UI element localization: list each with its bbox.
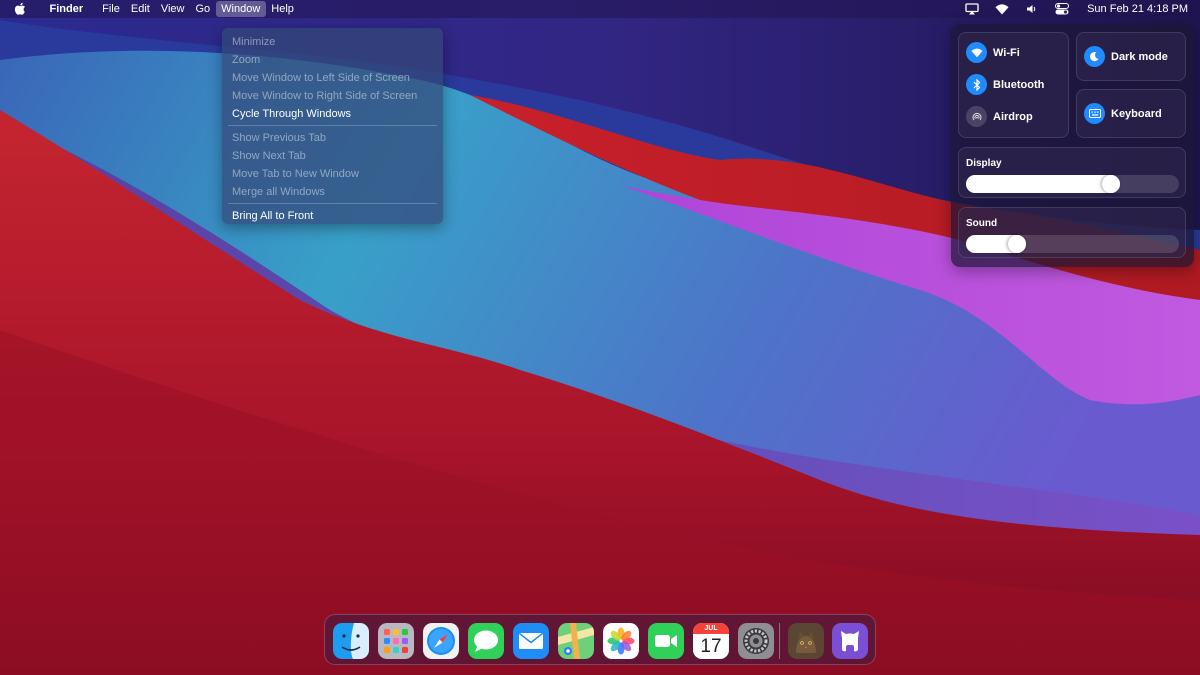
menu-help[interactable]: Help [266,1,300,17]
control-center-panel: Wi-Fi Bluetooth Airdrop Dark mode Keyboa… [951,24,1194,267]
menu-window[interactable]: Window [215,1,266,17]
menu-item-minimize[interactable]: Minimize [222,33,443,51]
dark-mode-toggle[interactable]: Dark mode [1084,46,1168,67]
sound-slider-knob[interactable] [1008,235,1027,253]
airdrop-label: Airdrop [993,110,1033,123]
dark-mode-tile[interactable]: Dark mode [1076,32,1186,81]
control-center-icon[interactable] [1055,3,1070,15]
system-preferences-icon [738,623,774,659]
display-slider-knob[interactable] [1101,175,1120,193]
menu-bar: Finder File Edit View Go Window Help Sun… [0,0,1200,18]
menu-go[interactable]: Go [190,1,216,17]
menu-item-bring-to-front[interactable]: Bring All to Front [222,207,443,225]
dock-github[interactable] [832,623,868,659]
wifi-toggle[interactable]: Wi-Fi [966,42,1020,63]
wifi-icon [966,42,987,63]
wifi-icon[interactable] [995,3,1009,15]
menu-bar-clock[interactable]: Sun Feb 21 4:18 PM [1087,3,1188,15]
dock-separator [779,623,780,659]
window-menu-dropdown: Minimize Zoom Move Window to Left Side o… [222,28,443,224]
dock-mail[interactable] [513,623,549,659]
sound-tile: Sound [958,207,1186,258]
dock-safari[interactable] [423,623,459,659]
safari-icon [423,623,459,659]
menu-item-next-tab[interactable]: Show Next Tab [222,147,443,165]
facetime-icon [648,623,684,659]
launchpad-icon [378,623,414,659]
dock-finder[interactable] [333,623,369,659]
dock-maps[interactable] [558,623,594,659]
menu-item-cycle-windows[interactable]: Cycle Through Windows [222,105,443,123]
sound-slider[interactable] [966,235,1179,253]
maps-icon [558,623,594,659]
keyboard-toggle[interactable]: Keyboard [1084,103,1162,124]
dark-mode-label: Dark mode [1111,50,1168,63]
volume-icon[interactable] [1025,3,1039,15]
dock-profile[interactable] [788,623,824,659]
airdrop-toggle[interactable]: Airdrop [966,106,1033,127]
menu-item-move-right[interactable]: Move Window to Right Side of Screen [222,87,443,105]
menu-item-move-tab[interactable]: Move Tab to New Window [222,165,443,183]
menu-app-name[interactable]: Finder [44,1,89,17]
display-slider-fill [966,175,1120,193]
dock-system-preferences[interactable] [738,623,774,659]
menu-item-zoom[interactable]: Zoom [222,51,443,69]
dock-messages[interactable] [468,623,504,659]
apple-icon[interactable] [14,2,28,16]
bluetooth-label: Bluetooth [993,78,1045,91]
bluetooth-toggle[interactable]: Bluetooth [966,74,1044,95]
sound-label: Sound [966,218,998,229]
wifi-label: Wi-Fi [993,46,1020,59]
menu-view[interactable]: View [155,1,190,17]
display-tile: Display [958,147,1186,198]
mail-icon [513,623,549,659]
menu-item-merge-windows[interactable]: Merge all Windows [222,183,443,201]
connectivity-tile: Wi-Fi Bluetooth Airdrop [958,32,1069,138]
keyboard-icon [1084,103,1105,124]
menu-item-move-left[interactable]: Move Window to Left Side of Screen [222,69,443,87]
display-slider[interactable] [966,175,1179,193]
cat-avatar-icon [788,623,824,659]
keyboard-label: Keyboard [1111,107,1162,120]
display-label: Display [966,158,1002,169]
dock: JUL 17 [324,614,876,665]
menu-file[interactable]: File [97,1,126,17]
dock-calendar[interactable]: JUL 17 [693,623,729,659]
dock-launchpad[interactable] [378,623,414,659]
finder-icon [333,623,369,659]
menu-separator [228,125,437,126]
keyboard-tile[interactable]: Keyboard [1076,89,1186,138]
airdrop-icon [966,106,987,127]
airplay-icon[interactable] [965,3,979,15]
photos-icon [603,623,639,659]
calendar-month: JUL [693,623,729,634]
menu-separator [228,203,437,204]
menu-item-previous-tab[interactable]: Show Previous Tab [222,129,443,147]
github-icon [832,623,868,659]
bluetooth-icon [966,74,987,95]
moon-icon [1084,46,1105,67]
menu-edit[interactable]: Edit [125,1,155,17]
dock-facetime[interactable] [648,623,684,659]
dock-photos[interactable] [603,623,639,659]
messages-icon [468,623,504,659]
calendar-day: 17 [700,636,722,657]
